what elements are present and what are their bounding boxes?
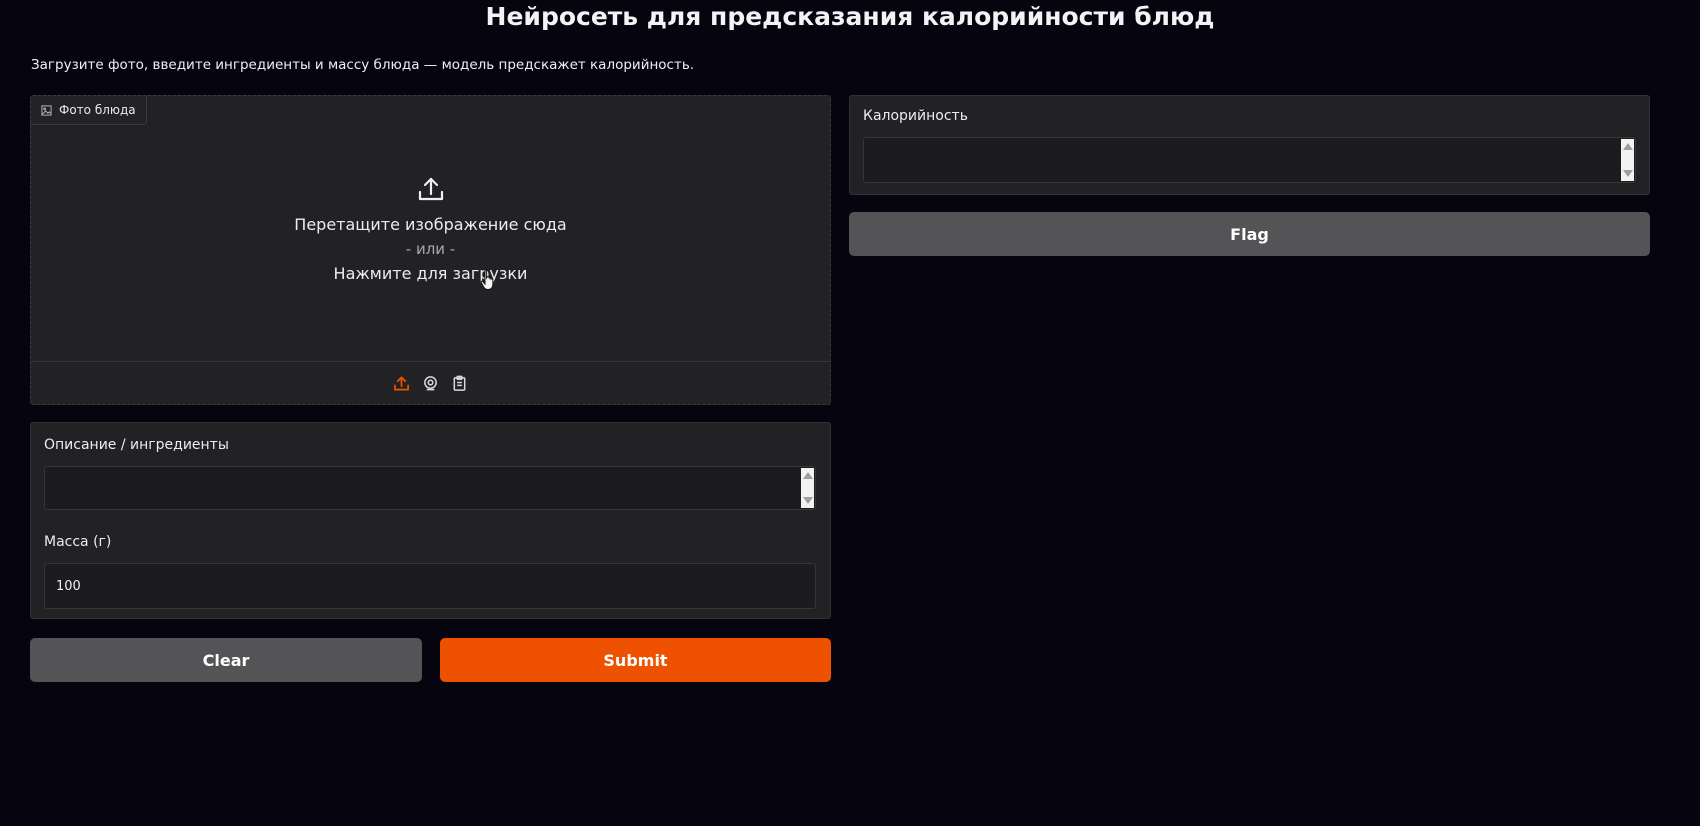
clipboard-icon	[453, 375, 466, 391]
webcam-icon	[424, 376, 437, 391]
image-drop-zone[interactable]: Перетащите изображение сюда - или - Нажм…	[31, 96, 830, 361]
page-title: Нейросеть для предсказания калорийности …	[485, 2, 1215, 31]
calories-output-panel: Калорийность	[849, 95, 1650, 195]
mass-input[interactable]	[44, 563, 816, 609]
page-description: Загрузите фото, введите ингредиенты и ма…	[31, 57, 695, 73]
scroll-down-icon[interactable]	[802, 497, 813, 504]
source-webcam-button[interactable]	[421, 374, 441, 394]
scroll-up-icon[interactable]	[802, 472, 813, 479]
description-label: Описание / ингредиенты	[44, 437, 229, 453]
mass-label: Масса (г)	[44, 534, 112, 550]
description-scrollbar[interactable]	[801, 468, 814, 508]
submit-button[interactable]: Submit	[440, 638, 831, 682]
source-upload-button[interactable]	[392, 374, 412, 394]
description-textarea[interactable]	[44, 466, 816, 510]
calories-scrollbar[interactable]	[1621, 139, 1634, 181]
hand-cursor-icon	[480, 269, 494, 290]
calories-label: Калорийность	[863, 108, 968, 124]
drop-or-separator: - или -	[405, 240, 456, 258]
upload-icon	[418, 177, 443, 201]
inputs-panel: Описание / ингредиенты Масса (г)	[30, 422, 831, 619]
image-upload-panel: Перетащите изображение сюда - или - Нажм…	[30, 95, 831, 405]
scroll-down-icon[interactable]	[1622, 170, 1633, 177]
clear-button[interactable]: Clear	[30, 638, 422, 682]
image-source-selector	[31, 361, 830, 405]
image-icon	[41, 104, 52, 116]
image-input-label: Фото блюда	[31, 96, 147, 125]
app-page: Нейросеть для предсказания калорийности …	[0, 0, 1700, 826]
drop-instruction: Перетащите изображение сюда	[294, 215, 567, 234]
calories-output-textbox[interactable]	[863, 137, 1636, 183]
click-to-upload-text: Нажмите для загрузки	[333, 264, 528, 283]
flag-button[interactable]: Flag	[849, 212, 1650, 256]
source-clipboard-button[interactable]	[450, 374, 470, 394]
image-input-label-text: Фото блюда	[59, 103, 136, 117]
scroll-up-icon[interactable]	[1622, 143, 1633, 150]
upload-icon	[394, 376, 409, 391]
